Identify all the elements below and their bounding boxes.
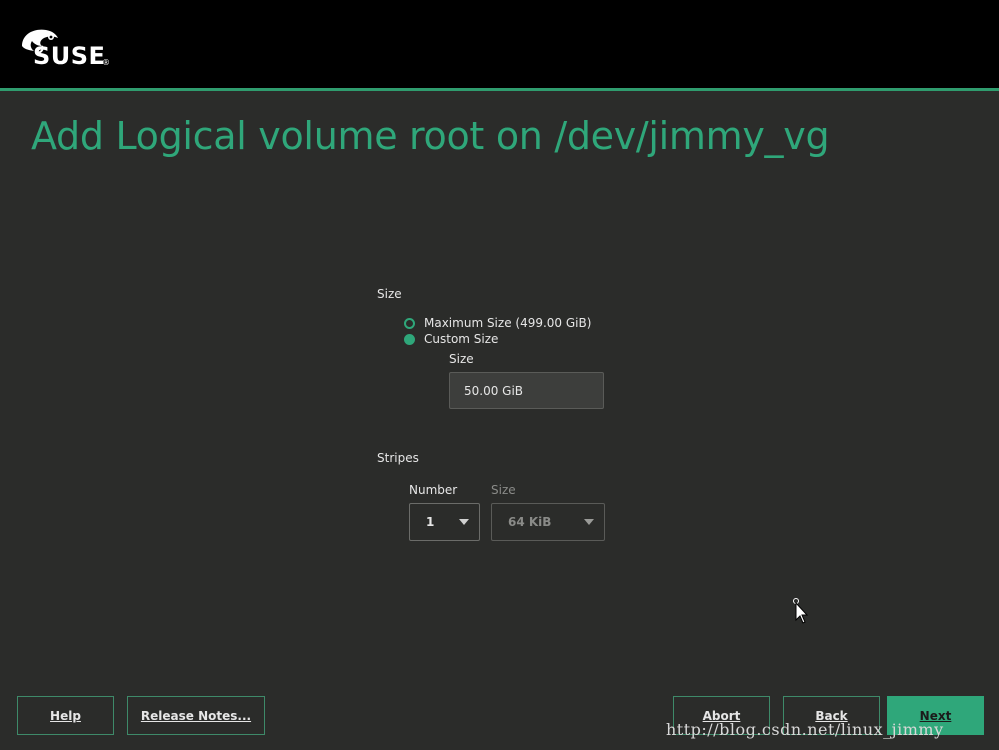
maximum-size-label: Maximum Size (499.00 GiB) xyxy=(424,316,592,330)
stripes-size-value: 64 KiB xyxy=(508,515,552,529)
watermark-text: http://blog.csdn.net/linux_jimmy xyxy=(666,720,944,739)
chevron-down-icon[interactable] xyxy=(459,519,469,525)
maximum-size-radio[interactable]: Maximum Size (499.00 GiB) xyxy=(404,316,591,330)
custom-size-radio[interactable]: Custom Size xyxy=(404,332,498,346)
release-notes-button[interactable]: Release Notes... xyxy=(127,696,265,735)
custom-size-field-label: Size xyxy=(449,352,474,366)
radio-unchecked-icon[interactable] xyxy=(404,317,415,329)
mouse-pointer-icon xyxy=(793,598,809,624)
suse-logo: SUSE ® xyxy=(18,24,118,70)
stripes-section-label: Stripes xyxy=(377,451,419,465)
stripes-number-value: 1 xyxy=(426,515,435,529)
stripes-size-select: 64 KiB xyxy=(491,503,605,541)
stripes-number-label: Number xyxy=(409,483,458,497)
custom-size-label: Custom Size xyxy=(424,332,499,346)
help-button[interactable]: Help xyxy=(17,696,114,735)
chevron-down-icon xyxy=(584,519,594,525)
radio-checked-icon[interactable] xyxy=(404,333,415,345)
stripes-number-select[interactable]: 1 xyxy=(409,503,480,541)
header-bar: SUSE ® xyxy=(0,0,999,88)
brand-name: SUSE xyxy=(33,42,106,70)
page-title: Add Logical volume root on /dev/jimmy_vg xyxy=(31,114,830,158)
stripes-size-label: Size xyxy=(491,483,516,497)
custom-size-input[interactable] xyxy=(449,372,604,409)
size-section-label: Size xyxy=(377,287,402,301)
trademark-icon: ® xyxy=(102,58,110,67)
header-accent-line xyxy=(0,88,999,91)
